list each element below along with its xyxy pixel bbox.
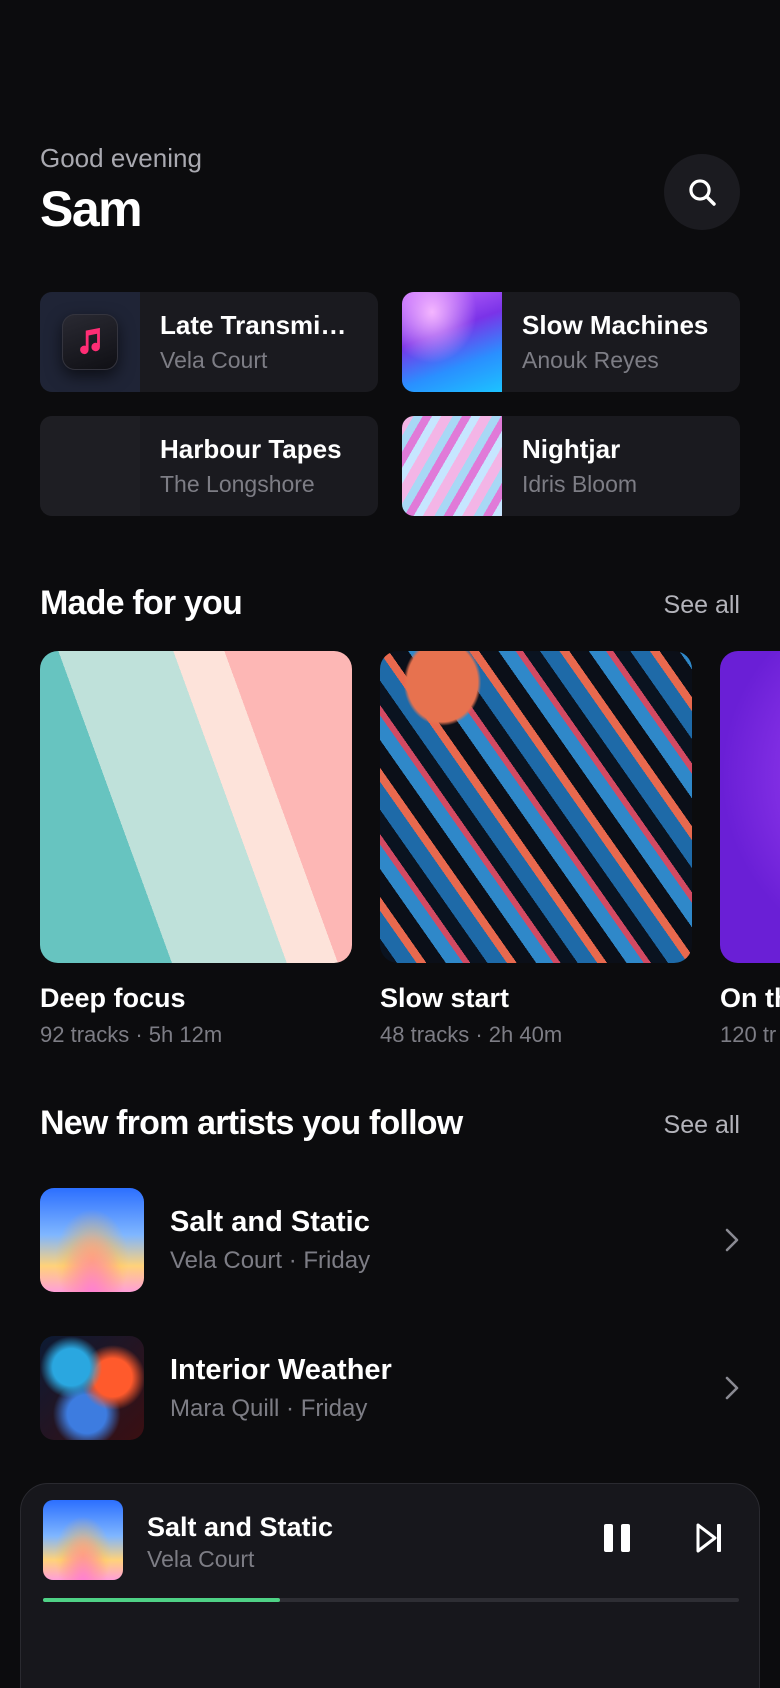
chevron-right-icon [710,1375,740,1401]
search-button[interactable] [664,154,740,230]
playlist-title: Slow start [380,983,510,1013]
release-meta: Vela Court · Friday [170,1246,371,1274]
quick-tile[interactable]: Late Transmissions Vela Court [40,292,378,392]
album-art [402,292,502,392]
playlist-art [40,651,352,963]
tile-subtitle: Idris Bloom [522,471,638,497]
release-meta: Mara Quill · Friday [170,1394,368,1422]
search-icon [689,179,716,206]
now-playing-art [43,1500,123,1580]
playlist-card[interactable]: On th 120 tr [720,651,780,1048]
quick-tile[interactable]: Harbour Tapes The Longshore [40,416,378,516]
playlist-meta: 120 tr [720,1022,777,1047]
album-art [40,292,140,392]
release-title: Salt and Static [170,1205,370,1238]
tile-title: Harbour Tapes [160,434,342,464]
section-title-new-releases: New from artists you follow [40,1104,463,1142]
tile-subtitle: Anouk Reyes [522,347,659,373]
skip-next-button[interactable] [689,1518,729,1558]
album-art [40,1336,144,1440]
release-row[interactable]: Interior Weather Mara Quill · Friday [40,1336,740,1440]
music-note-icon [62,314,118,370]
tile-subtitle: Vela Court [160,347,268,373]
playlist-art [720,651,780,963]
album-art [40,416,140,516]
skip-next-icon [696,1523,721,1553]
tile-title: Slow Machines [522,310,709,340]
pause-button[interactable] [597,1518,637,1558]
tile-subtitle: The Longshore [160,471,315,497]
user-name: Sam [40,181,143,237]
playlist-card[interactable]: Slow start 48 tracks · 2h 40m [380,651,692,1048]
now-playing-artist: Vela Court [147,1546,255,1572]
tile-title: Nightjar [522,434,621,464]
pause-icon [604,1524,630,1552]
playback-progress-fill [43,1598,280,1602]
section-title-made-for-you: Made for you [40,584,243,622]
now-playing-bar[interactable]: Salt and Static Vela Court [20,1483,760,1688]
playlist-title: On th [720,983,780,1013]
see-all-link[interactable]: See all [664,1111,740,1140]
now-playing-title: Salt and Static [147,1512,334,1542]
playlist-meta: 48 tracks · 2h 40m [380,1022,563,1047]
release-row[interactable]: Salt and Static Vela Court · Friday [40,1188,740,1292]
quick-tile[interactable]: Nightjar Idris Bloom [402,416,740,516]
home-screen: Good evening Sam Late Transmissions Vela… [0,0,780,1688]
playback-progress[interactable] [43,1598,739,1602]
release-title: Interior Weather [170,1353,392,1386]
playlist-card[interactable]: Deep focus 92 tracks · 5h 12m [40,651,352,1048]
see-all-link[interactable]: See all [664,591,740,620]
quick-tile[interactable]: Slow Machines Anouk Reyes [402,292,740,392]
album-art [402,416,502,516]
playlist-meta: 92 tracks · 5h 12m [40,1022,223,1047]
tile-title: Late Transmissions [160,310,360,340]
playlist-title: Deep focus [40,983,186,1013]
playlist-art [380,651,692,963]
chevron-right-icon [710,1227,740,1253]
greeting-text: Good evening [40,143,202,173]
album-art [40,1188,144,1292]
